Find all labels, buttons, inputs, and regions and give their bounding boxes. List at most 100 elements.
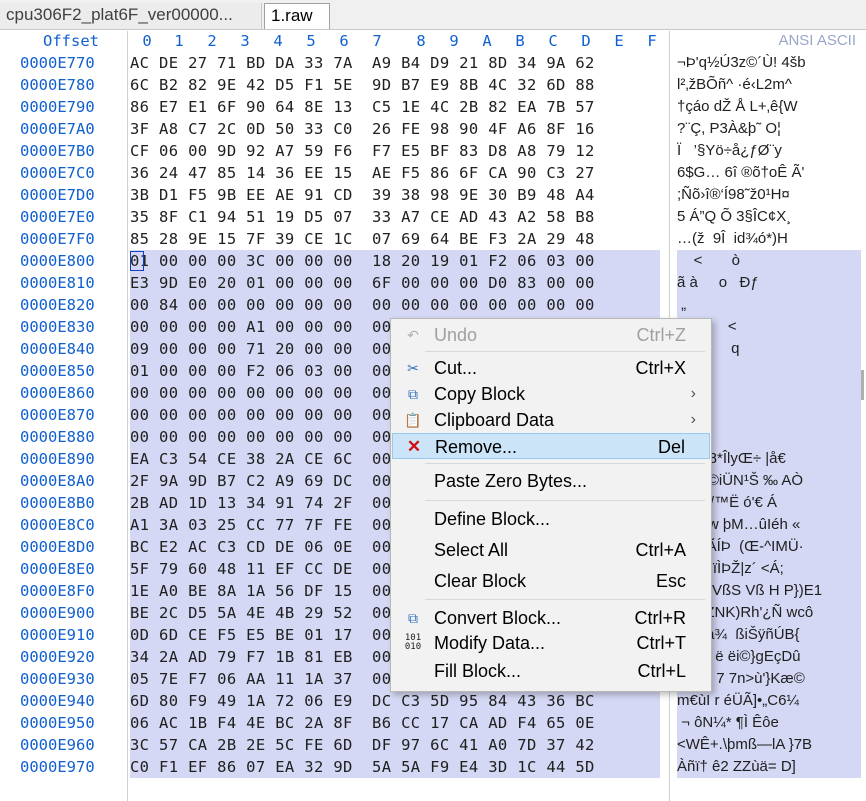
context-menu: ↶ Undo Ctrl+Z ✂ Cut... Ctrl+X ⧉ Copy Blo… <box>390 318 712 692</box>
row-offset: 0000E8D0 <box>20 538 95 556</box>
column-header: E <box>614 32 624 50</box>
menu-item-label: Define Block... <box>434 509 551 529</box>
hex-row[interactable]: 0000E7C0 36 24 47 85 14 36 EE 15 AE F5 86… <box>0 162 866 184</box>
row-offset: 0000E800 <box>20 252 95 270</box>
menu-item-cut[interactable]: ✂ Cut... Ctrl+X <box>392 355 710 381</box>
hex-row[interactable]: 0000E7E0 35 8F C1 94 51 19 D5 07 33 A7 CE… <box>0 206 866 228</box>
menu-item-copy-block[interactable]: ⧉ Copy Block › <box>392 381 710 407</box>
menu-item-label: Clear Block <box>434 571 527 591</box>
row-hex-bytes[interactable]: E3 9D E0 20 01 00 00 00 6F 00 00 00 D0 8… <box>130 272 660 294</box>
row-hex-bytes[interactable]: 6D 80 F9 49 1A 72 06 E9 DC C3 5D 95 84 4… <box>130 690 660 712</box>
row-hex-bytes[interactable]: 3F A8 C7 2C 0D 50 33 C0 26 FE 98 90 4F A… <box>130 118 660 140</box>
menu-item-paste-zero-bytes[interactable]: Paste Zero Bytes... <box>392 468 710 494</box>
row-ascii-text[interactable]: 6$G… 6î ®õ†oÊ Ã' <box>677 162 861 184</box>
row-ascii-text[interactable]: „ <box>677 294 861 316</box>
menu-item-convert-block[interactable]: ⧉ Convert Block... Ctrl+R <box>392 605 710 631</box>
menu-item-shortcut: Ctrl+X <box>635 358 686 378</box>
row-ascii-text[interactable]: <WÊ+.\þmß—lA }7B <box>677 734 861 756</box>
row-hex-bytes[interactable]: 85 28 9E 15 7F 39 CE 1C 07 69 64 BE F3 2… <box>130 228 660 250</box>
row-hex-bytes[interactable]: AC DE 27 71 BD DA 33 7A A9 B4 D9 21 8D 3… <box>130 52 660 74</box>
tab-cpu-file[interactable]: cpu306F2_plat6F_ver00000... <box>0 3 262 29</box>
hex-row[interactable]: 0000E770 AC DE 27 71 BD DA 33 7A A9 B4 D9… <box>0 52 866 74</box>
row-offset: 0000E790 <box>20 98 95 116</box>
row-ascii-text[interactable]: Ï ’§Yö÷å¿ƒØ¨y <box>677 140 861 162</box>
menu-item-undo[interactable]: ↶ Undo Ctrl+Z <box>392 322 710 348</box>
row-ascii-text[interactable]: m€ùI r éÜÃ]•„C6¼ <box>677 690 861 712</box>
hex-row[interactable]: 0000E970 C0 F1 EF 86 07 EA 32 9D 5A 5A F9… <box>0 756 866 778</box>
menu-item-label: Modify Data... <box>434 633 546 653</box>
column-header: F <box>647 32 657 50</box>
menu-item-clear-block[interactable]: Clear Block Esc <box>392 568 710 594</box>
menu-item-shortcut: Ctrl+L <box>637 661 686 681</box>
vertical-scrollbar[interactable] <box>861 370 864 400</box>
scissors-icon: ✂ <box>407 360 419 376</box>
menu-item-select-all[interactable]: Select All Ctrl+A <box>392 537 710 563</box>
row-offset: 0000E7D0 <box>20 186 95 204</box>
column-header: 5 <box>306 32 316 50</box>
column-header: 4 <box>273 32 283 50</box>
hex-row[interactable]: 0000E960 3C 57 CA 2B 2E 5C FE 6D DF 97 6C… <box>0 734 866 756</box>
menu-item-fill-block[interactable]: Fill Block... Ctrl+L <box>392 658 710 684</box>
row-offset: 0000E890 <box>20 450 95 468</box>
menu-item-modify-data[interactable]: 101 010 Modify Data... Ctrl+T <box>392 630 710 656</box>
column-header: 2 <box>207 32 217 50</box>
row-hex-bytes[interactable]: CF 06 00 9D 92 A7 59 F6 F7 E5 BF 83 D8 A… <box>130 140 660 162</box>
row-hex-bytes[interactable]: 3C 57 CA 2B 2E 5C FE 6D DF 97 6C 41 A0 7… <box>130 734 660 756</box>
convert-icon: ⧉ <box>408 610 418 626</box>
row-ascii-text[interactable]: †çáo dŽ Å L+‚ê{W <box>677 96 861 118</box>
hex-row[interactable]: 0000E7B0 CF 06 00 9D 92 A7 59 F6 F7 E5 BF… <box>0 140 866 162</box>
row-offset: 0000E910 <box>20 626 95 644</box>
row-hex-bytes[interactable]: 36 24 47 85 14 36 EE 15 AE F5 86 6F CA 9… <box>130 162 660 184</box>
row-ascii-text[interactable]: ;Ñõ›î®‘Í98˜ž0¹H¤ <box>677 184 861 206</box>
row-offset: 0000E870 <box>20 406 95 424</box>
menu-separator <box>425 351 705 352</box>
row-offset: 0000E8A0 <box>20 472 95 490</box>
row-hex-bytes[interactable]: 35 8F C1 94 51 19 D5 07 33 A7 CE AD 43 A… <box>130 206 660 228</box>
hex-row[interactable]: 0000E7A0 3F A8 C7 2C 0D 50 33 C0 26 FE 98… <box>0 118 866 140</box>
menu-item-clipboard-data[interactable]: 📋 Clipboard Data › <box>392 407 710 433</box>
tab-raw-file[interactable]: 1.raw <box>264 3 330 30</box>
row-ascii-text[interactable]: < ò <box>677 250 861 272</box>
hex-row[interactable]: 0000E950 06 AC 1B F4 4E BC 2A 8F B6 CC 17… <box>0 712 866 734</box>
row-offset: 0000E930 <box>20 670 95 688</box>
hex-row[interactable]: 0000E7F0 85 28 9E 15 7F 39 CE 1C 07 69 64… <box>0 228 866 250</box>
row-hex-bytes[interactable]: 00 84 00 00 00 00 00 00 00 00 00 00 00 0… <box>130 294 660 316</box>
hex-row[interactable]: 0000E7D0 3B D1 F5 9B EE AE 91 CD 39 38 98… <box>0 184 866 206</box>
menu-separator <box>425 463 705 464</box>
row-offset: 0000E840 <box>20 340 95 358</box>
row-ascii-text[interactable]: 5 Á”Q Õ 3§Î­C¢X¸ <box>677 206 861 228</box>
row-ascii-text[interactable]: …(ž 9Î id¾ó*)H <box>677 228 861 250</box>
ansi-ascii-header[interactable]: ANSI ASCII <box>680 31 856 51</box>
hex-row[interactable]: 0000E780 6C B2 82 9E 42 D5 F1 5E 9D B7 E9… <box>0 74 866 96</box>
row-ascii-text[interactable]: ¬Þ'q½Ú3z©´Ù! 4šb <box>677 52 861 74</box>
row-ascii-text[interactable]: ã à o Ðƒ <box>677 272 861 294</box>
row-ascii-text[interactable]: ¬ ôN¼* ¶Ì Ê­ôe <box>677 712 861 734</box>
column-header: 6 <box>339 32 349 50</box>
hex-row[interactable]: 0000E820 00 84 00 00 00 00 00 00 00 00 00… <box>0 294 866 316</box>
row-ascii-text[interactable]: Àñï† ê2 ZZùä= D] <box>677 756 861 778</box>
row-offset: 0000E8B0 <box>20 494 95 512</box>
row-offset: 0000E8E0 <box>20 560 95 578</box>
row-offset: 0000E860 <box>20 384 95 402</box>
menu-item-remove[interactable]: ✕ Remove... Del <box>392 433 710 459</box>
hex-row[interactable]: 0000E800 01 00 00 00 3C 00 00 00 18 20 19… <box>0 250 866 272</box>
tab-bar: cpu306F2_plat6F_ver00000... 1.raw <box>0 0 866 30</box>
column-header: 8 <box>416 32 426 50</box>
copy-icon: ⧉ <box>408 386 418 402</box>
hex-row[interactable]: 0000E940 6D 80 F9 49 1A 72 06 E9 DC C3 5D… <box>0 690 866 712</box>
row-hex-bytes[interactable]: 86 E7 E1 6F 90 64 8E 13 C5 1E 4C 2B 82 E… <box>130 96 660 118</box>
hex-row[interactable]: 0000E790 86 E7 E1 6F 90 64 8E 13 C5 1E 4C… <box>0 96 866 118</box>
row-hex-bytes[interactable]: C0 F1 EF 86 07 EA 32 9D 5A 5A F9 E4 3D 1… <box>130 756 660 778</box>
row-ascii-text[interactable]: ?¨Ç, P3À&þ˜ O¦ <box>677 118 861 140</box>
offset-column-header: Offset <box>43 32 99 50</box>
row-hex-bytes[interactable]: 6C B2 82 9E 42 D5 F1 5E 9D B7 E9 8B 4C 3… <box>130 74 660 96</box>
hex-row[interactable]: 0000E810 E3 9D E0 20 01 00 00 00 6F 00 00… <box>0 272 866 294</box>
submenu-arrow-icon: › <box>690 385 696 402</box>
row-hex-bytes[interactable]: 01 00 00 00 3C 00 00 00 18 20 19 01 F2 0… <box>130 250 660 272</box>
menu-item-label: Undo <box>434 325 478 345</box>
row-hex-bytes[interactable]: 06 AC 1B F4 4E BC 2A 8F B6 CC 17 CA AD F… <box>130 712 660 734</box>
row-ascii-text[interactable]: l²‚žBÕñ^ ·é‹L2m^ <box>677 74 861 96</box>
menu-item-define-block[interactable]: Define Block... <box>392 506 710 532</box>
row-offset: 0000E810 <box>20 274 95 292</box>
row-hex-bytes[interactable]: 3B D1 F5 9B EE AE 91 CD 39 38 98 9E 30 B… <box>130 184 660 206</box>
